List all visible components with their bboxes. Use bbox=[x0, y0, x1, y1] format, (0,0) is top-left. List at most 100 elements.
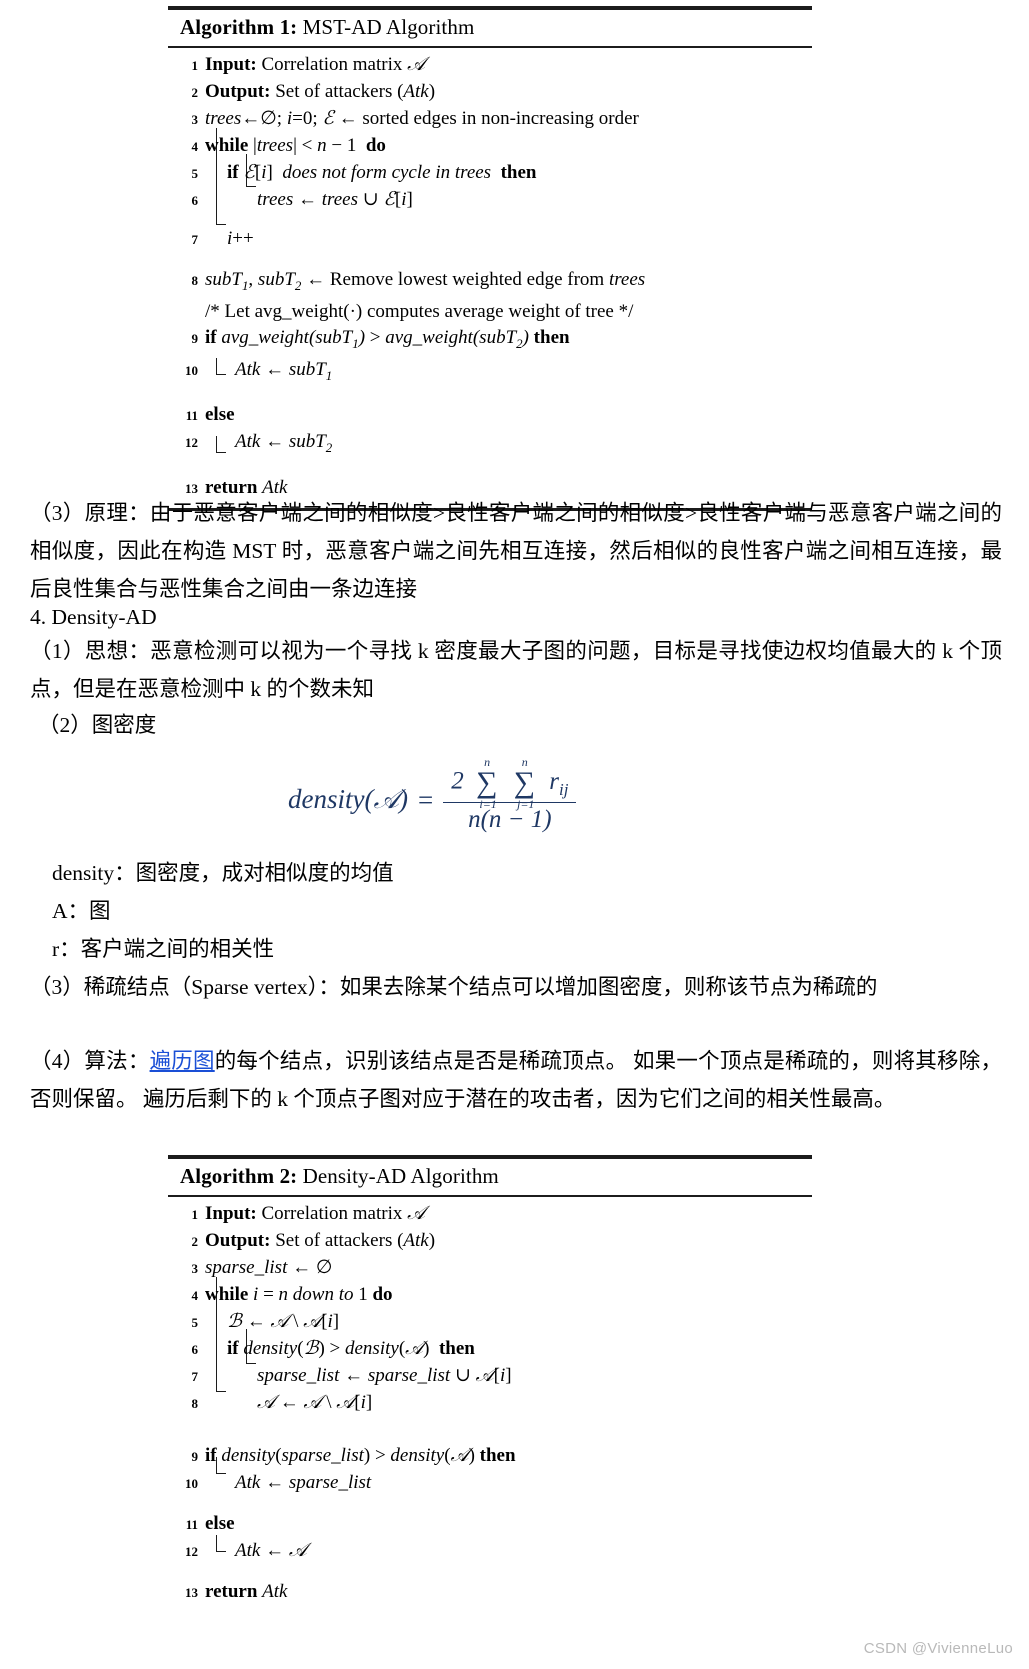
algo2-line-10: 10 Atk ← sparse_list bbox=[168, 1470, 812, 1497]
sigma-2-lower: j=1 bbox=[517, 797, 535, 811]
line-number: 13 bbox=[185, 1585, 198, 1600]
line-number: 2 bbox=[191, 85, 199, 100]
paragraph-principle: （3）原理：由于恶意客户端之间的相似度>良性客户端之间的相似度>良性客户端与恶意… bbox=[30, 501, 1002, 601]
algo2-line-6: 6 if density(ℬ) > density(𝒜) then bbox=[168, 1336, 812, 1363]
line-number: 3 bbox=[191, 112, 199, 127]
sigma-1-lower: i=1 bbox=[479, 797, 497, 811]
numerator-term-sub: ij bbox=[559, 779, 569, 799]
algo2-line-7: 7 sparse_list ← sparse_list ∪ 𝒜[i] bbox=[168, 1363, 812, 1390]
line-code: Atk ← subT2 bbox=[235, 431, 333, 456]
sigma-1-icon: ∑ n i=1 bbox=[476, 755, 498, 811]
algo2-line-3: 3 sparse_list ← ∅ bbox=[168, 1255, 812, 1282]
definition-a: A：图 bbox=[52, 899, 111, 923]
algorithm-2-title: Algorithm 2: Density-AD Algorithm bbox=[168, 1159, 812, 1195]
numerator-term: rij bbox=[549, 767, 568, 799]
line-code: if density(sparse_list) > density(𝒜) the… bbox=[205, 1445, 516, 1466]
formula-fraction: 2 ∑ n i=1 ∑ n j=1 rij n(n − 1) bbox=[443, 755, 577, 834]
algo1-line-6: 6 trees ← trees ∪ ℰ[i] bbox=[168, 187, 812, 214]
line-code: sparse_list ← sparse_list ∪ 𝒜[i] bbox=[257, 1365, 512, 1386]
formula-equals: = bbox=[418, 784, 434, 815]
line-number: 7 bbox=[191, 232, 199, 247]
line-number: 10 bbox=[185, 1476, 198, 1491]
algo1-line-12: 12 Atk ← subT2 bbox=[168, 429, 812, 461]
line-number: 5 bbox=[191, 1315, 199, 1330]
paragraph-algorithm-prefix: （4）算法： bbox=[30, 1049, 150, 1073]
algorithm-1-title: Algorithm 1: MST-AD Algorithm bbox=[168, 10, 812, 46]
line-code: if density(ℬ) > density(𝒜) then bbox=[227, 1338, 475, 1359]
algorithm-1-body: 1 Input: Correlation matrix 𝒜 2 Output: … bbox=[168, 48, 812, 508]
paragraph-graph-density: （2）图密度 bbox=[38, 713, 157, 737]
algo1-line-5: 5 if ℰ[i] does not form cycle in trees t… bbox=[168, 160, 812, 187]
algorithm-1-title-name: MST-AD Algorithm bbox=[302, 15, 475, 39]
line-number: 6 bbox=[191, 193, 199, 208]
definition-density: density：图密度，成对相似度的均值 bbox=[52, 861, 394, 885]
algo2-line-13: 13 return Atk bbox=[168, 1579, 812, 1606]
algo2-line-11: 11 else bbox=[168, 1511, 812, 1538]
line-code: Atk ← 𝒜 bbox=[235, 1540, 307, 1561]
line-number: 11 bbox=[185, 408, 198, 424]
line-code: trees←∅; i=0; ℰ ← sorted edges in non-in… bbox=[205, 108, 639, 129]
line-number: 2 bbox=[191, 1234, 199, 1249]
line-number: 12 bbox=[185, 1544, 198, 1559]
line-code: sparse_list ← ∅ bbox=[205, 1257, 333, 1278]
algo2-line-2: 2 Output: Set of attackers (Atk) bbox=[168, 1228, 812, 1255]
algo2-line-12: 12 Atk ← 𝒜 bbox=[168, 1538, 812, 1565]
line-code: subT1, subT2 ← Remove lowest weighted ed… bbox=[205, 269, 646, 293]
line-code: /* Let avg_weight(·) computes average we… bbox=[205, 300, 634, 322]
line-number: 7 bbox=[191, 1369, 199, 1384]
line-number: 9 bbox=[191, 1449, 199, 1464]
paragraph-algorithm: （4）算法：遍历图的每个结点，识别该结点是否是稀疏顶点。 如果一个顶点是稀疏的，… bbox=[30, 1042, 1002, 1118]
line-code: ℬ ← 𝒜 \ 𝒜[i] bbox=[227, 1311, 340, 1332]
line-code: else bbox=[205, 404, 235, 426]
paragraph-idea: （1）思想：恶意检测可以视为一个寻找 k 密度最大子图的问题，目标是寻找使边权均… bbox=[30, 639, 1002, 701]
algo1-line-3: 3 trees←∅; i=0; ℰ ← sorted edges in non-… bbox=[168, 106, 812, 133]
sigma-1-upper: n bbox=[484, 755, 491, 769]
line-number: 9 bbox=[191, 330, 199, 346]
line-code: 𝒜 ← 𝒜 \ 𝒜[i] bbox=[257, 1392, 373, 1413]
formula-numerator: 2 ∑ n i=1 ∑ n j=1 rij bbox=[443, 755, 577, 811]
algo1-line-7: 7 i++ bbox=[168, 226, 812, 253]
algo1-line-11: 11 else bbox=[168, 402, 812, 429]
algorithm-2-body: 1 Input: Correlation matrix 𝒜 2 Output: … bbox=[168, 1197, 812, 1612]
line-number: 8 bbox=[191, 1396, 199, 1411]
algo1-line-8: 8 subT1, subT2 ← Remove lowest weighted … bbox=[168, 267, 812, 299]
line-number: 10 bbox=[185, 362, 198, 378]
watermark: CSDN @VivienneLuo bbox=[863, 1640, 1013, 1657]
line-code: while |trees| < n − 1 do bbox=[205, 135, 386, 156]
algo1-line-2: 2 Output: Set of attackers (Atk) bbox=[168, 79, 812, 106]
line-number: 1 bbox=[191, 1207, 199, 1222]
algo2-line-8: 8 𝒜 ← 𝒜 \ 𝒜[i] bbox=[168, 1390, 812, 1417]
line-number: 1 bbox=[191, 58, 199, 73]
algo2-line-4: 4 while i = n down to 1 do bbox=[168, 1282, 812, 1309]
algo2-line-1: 1 Input: Correlation matrix 𝒜 bbox=[168, 1201, 812, 1228]
line-number: 12 bbox=[185, 435, 198, 451]
sigma-2-upper: n bbox=[521, 755, 528, 769]
line-number: 5 bbox=[191, 166, 199, 181]
line-code: Output: Set of attackers (Atk) bbox=[205, 1230, 436, 1251]
heading-density-ad: 4. Density-AD bbox=[30, 605, 157, 629]
line-code: Atk ← subT1 bbox=[235, 358, 333, 383]
line-code: trees ← trees ∪ ℰ[i] bbox=[257, 189, 413, 210]
line-code: else bbox=[205, 1513, 235, 1534]
line-code: Input: Correlation matrix 𝒜 bbox=[205, 54, 426, 75]
line-number: 11 bbox=[185, 1517, 198, 1532]
algo1-line-9: 9 if avg_weight(subT1) > avg_weight(subT… bbox=[168, 325, 812, 357]
line-code: return Atk bbox=[205, 1581, 288, 1602]
algo1-line-10: 10 Atk ← subT1 bbox=[168, 357, 812, 389]
numerator-term-base: r bbox=[549, 767, 560, 795]
algo1-line-1: 1 Input: Correlation matrix 𝒜 bbox=[168, 52, 812, 79]
line-code: if avg_weight(subT1) > avg_weight(subT2)… bbox=[205, 326, 570, 351]
traverse-graph-link[interactable]: 遍历图 bbox=[150, 1049, 215, 1073]
line-code: if ℰ[i] does not form cycle in trees the… bbox=[227, 162, 537, 183]
line-number: 4 bbox=[191, 139, 199, 154]
algorithm-1-title-label: Algorithm 1: bbox=[180, 15, 298, 39]
algorithm-2-box: Algorithm 2: Density-AD Algorithm 1 Inpu… bbox=[168, 1155, 812, 1612]
numerator-coefficient: 2 bbox=[451, 767, 464, 795]
line-number: 3 bbox=[191, 1261, 199, 1276]
formula-lhs: density(𝒜) bbox=[288, 784, 409, 814]
line-code: i++ bbox=[227, 228, 254, 249]
line-code: Input: Correlation matrix 𝒜 bbox=[205, 1203, 426, 1224]
density-formula: density(𝒜) = 2 ∑ n i=1 ∑ n j=1 rij n(n − 1) bbox=[288, 755, 577, 834]
sigma-2-icon: ∑ n j=1 bbox=[513, 755, 536, 811]
definition-r: r：客户端之间的相关性 bbox=[52, 937, 275, 961]
